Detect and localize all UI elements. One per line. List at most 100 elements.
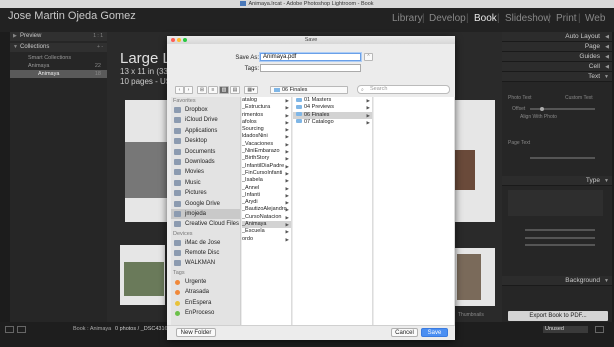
sidebar-item-home[interactable]: jmojeda: [171, 208, 240, 220]
column-folder-item[interactable]: _BirthStory ▶: [242, 155, 291, 162]
close-window-icon[interactable]: [171, 38, 175, 42]
sidebar-tag-enespera[interactable]: EnEspera: [171, 298, 240, 308]
location-select[interactable]: 06 Finales: [270, 86, 348, 94]
text-header[interactable]: Text ▼: [502, 72, 612, 82]
module-book[interactable]: Book: [474, 9, 497, 29]
sidebar-item-icloud-drive[interactable]: iCloud Drive: [171, 115, 240, 125]
arrange-button[interactable]: ▦▾: [244, 86, 258, 94]
cell-header[interactable]: Cell ◀: [502, 62, 612, 72]
sidebar-tag-atrasada[interactable]: Atrasada: [171, 287, 240, 297]
column-folder-item[interactable]: _Animaya ▶: [242, 221, 291, 229]
sidebar-item-desktop[interactable]: Desktop: [171, 136, 240, 146]
collections-panel-header[interactable]: ▼ Collections + -: [10, 43, 107, 52]
column-view-button[interactable]: ▥: [219, 86, 229, 94]
list-view-button[interactable]: ≡: [208, 86, 218, 94]
page-header[interactable]: Page ◀: [502, 42, 612, 52]
filmstrip-grid-icon[interactable]: [5, 326, 14, 333]
expand-dialog-button[interactable]: ⌃: [364, 53, 373, 61]
column-folder-item[interactable]: rimentos ▶: [242, 112, 291, 119]
column-folder-item[interactable]: _BautizoAlejandro ▶: [242, 206, 291, 213]
page-photo[interactable]: [125, 142, 169, 198]
photo-text-value[interactable]: Custom Text: [565, 95, 593, 101]
module-library[interactable]: Library: [392, 9, 423, 29]
column-folder-item[interactable]: _CursoNatacion ▶: [242, 214, 291, 221]
save-as-input[interactable]: Animaya.pdf: [260, 53, 361, 61]
icon-view-button[interactable]: ⊞: [197, 86, 207, 94]
preview-panel-header[interactable]: ▶ Preview 1 : 1: [10, 32, 107, 41]
column-folder-item[interactable]: atalog ▶: [242, 97, 291, 104]
column-folder-item[interactable]: 06 Finales ▶: [293, 111, 372, 119]
column-folder-item[interactable]: afolos ▶: [242, 119, 291, 126]
column-folder-item[interactable]: _Estructura ▶: [242, 104, 291, 111]
sidebar-item-dropbox[interactable]: Dropbox: [171, 105, 240, 115]
sidebar-item-applications[interactable]: Applications: [171, 126, 240, 136]
page-photo[interactable]: [457, 254, 481, 300]
sidebar-item-movies[interactable]: Movies: [171, 167, 240, 177]
column-folder-item[interactable]: _Vacaciones ▶: [242, 141, 291, 148]
new-folder-button[interactable]: New Folder: [176, 328, 216, 337]
column-folder-item[interactable]: _Annel ▶: [242, 185, 291, 192]
filmstrip-source[interactable]: Book : Animaya: [73, 326, 111, 332]
filmstrip-toggle-icon[interactable]: [595, 326, 604, 333]
tags-input[interactable]: [260, 64, 361, 72]
column-folder-item[interactable]: _InfantilDiaPadre ▶: [242, 163, 291, 170]
module-web[interactable]: Web: [585, 9, 605, 29]
sidebar-item-imac[interactable]: iMac de Jose: [171, 238, 240, 248]
folder-label: 04 Previews: [304, 104, 334, 111]
collections-add-remove[interactable]: + -: [97, 43, 103, 52]
cancel-button[interactable]: Cancel: [391, 328, 418, 337]
page-photo[interactable]: [124, 262, 164, 296]
sidebar-item-music[interactable]: Music: [171, 178, 240, 188]
sidebar-item-downloads[interactable]: Downloads: [171, 157, 240, 167]
module-print[interactable]: Print: [556, 9, 577, 29]
save-button[interactable]: Save: [421, 328, 448, 337]
export-book-to-pdf-button[interactable]: Export Book to PDF...: [508, 311, 608, 321]
collection-item[interactable]: Animaya 22: [10, 62, 107, 70]
column-folder-item[interactable]: _FinCursoInfanti ▶: [242, 170, 291, 177]
minimize-window-icon[interactable]: [177, 38, 181, 42]
column-folder-item[interactable]: 04 Previews ▶: [293, 104, 372, 111]
auto-layout-header[interactable]: Auto Layout ◀: [502, 32, 612, 42]
column-folder-item[interactable]: _Escuela ▶: [242, 228, 291, 235]
module-slideshow[interactable]: Slideshow: [505, 9, 551, 29]
sidebar-item-remote-disc[interactable]: Remote Disc: [171, 248, 240, 258]
type-slider[interactable]: [525, 237, 595, 239]
zoom-window-icon[interactable]: [183, 38, 187, 42]
guides-header[interactable]: Guides ◀: [502, 52, 612, 62]
sidebar-item-google-drive[interactable]: Google Drive: [171, 199, 240, 209]
sidebar-tag-urgente[interactable]: Urgente: [171, 277, 240, 287]
column-folder-item[interactable]: ldadosNini ▶: [242, 133, 291, 140]
gallery-view-button[interactable]: ▤: [230, 86, 240, 94]
column-folder-item[interactable]: ordo ▶: [242, 236, 291, 243]
forward-button[interactable]: ›: [184, 86, 193, 94]
page-text-slider[interactable]: [530, 157, 595, 159]
column-folder-item[interactable]: _Arydi ▶: [242, 199, 291, 206]
sidebar-item-pictures[interactable]: Pictures: [171, 188, 240, 198]
filmstrip-second-window-icon[interactable]: [17, 326, 26, 333]
sidebar-item-documents[interactable]: Documents: [171, 147, 240, 157]
type-header[interactable]: Type ▼: [502, 176, 612, 186]
background-header[interactable]: Background ▼: [502, 276, 612, 286]
column-folder-item[interactable]: Sourcing ▶: [242, 126, 291, 133]
type-slider[interactable]: [525, 244, 595, 246]
column-folder-item[interactable]: _Infanti ▶: [242, 192, 291, 199]
column-folder-item[interactable]: _Isabela ▶: [242, 177, 291, 184]
sidebar-item-walkman[interactable]: WALKMAN: [171, 258, 240, 268]
sidebar-item-creative-cloud[interactable]: Creative Cloud Files: [171, 219, 240, 229]
disclosure-arrow-icon: ▶: [285, 222, 289, 228]
module-develop[interactable]: Develop: [429, 9, 466, 29]
column-folder-item[interactable]: 07 Catalogo ▶: [293, 119, 372, 126]
page-photo[interactable]: [455, 150, 475, 190]
preview-zoom-controls[interactable]: 1 : 1: [93, 32, 103, 41]
column-folder-item[interactable]: 01 Masters ▶: [293, 97, 372, 104]
collection-item-selected[interactable]: Animaya 18: [10, 70, 107, 78]
column-folder-item[interactable]: _NiniEmbarazo ▶: [242, 148, 291, 155]
type-slider[interactable]: [525, 229, 595, 231]
sidebar-tag-enproceso[interactable]: EnProceso: [171, 308, 240, 318]
offset-slider-knob[interactable]: [540, 107, 544, 111]
search-input[interactable]: Search: [357, 85, 450, 94]
back-button[interactable]: ‹: [175, 86, 184, 94]
filmstrip-filter-select[interactable]: Unused: [543, 326, 588, 333]
collection-item[interactable]: Smart Collections: [10, 54, 107, 62]
align-with-photo-checkbox[interactable]: Align With Photo: [520, 114, 557, 120]
